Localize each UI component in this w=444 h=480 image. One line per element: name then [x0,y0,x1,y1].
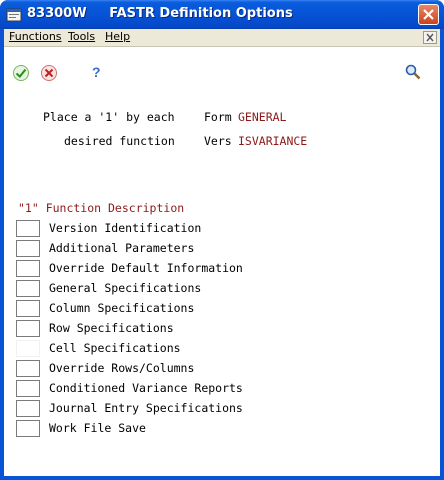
row-input-column-specifications[interactable] [16,300,40,317]
vers-value: ISVARIANCE [238,134,308,148]
title-bar[interactable]: 83300W FASTR Definition Options [0,0,444,29]
row-input-override-default-information[interactable] [16,260,40,277]
row-label: Cell Specifications [49,341,181,355]
window-title: 83300W FASTR Definition Options [27,6,293,21]
mdi-close-button[interactable] [423,31,437,44]
row-label: Row Specifications [49,321,174,335]
row-input-work-file-save[interactable] [16,420,40,437]
row-label: Column Specifications [49,301,195,315]
close-icon [423,9,434,20]
row-label: Journal Entry Specifications [49,401,243,415]
close-window-button[interactable] [418,4,439,25]
question-icon: ? [92,64,101,80]
vers-label: Vers [204,134,232,148]
toolbar: ? [4,47,440,93]
help-button[interactable]: ? [88,63,106,81]
menu-help[interactable]: Help [105,30,130,43]
row-label: Conditioned Variance Reports [49,381,243,395]
close-icon [423,31,437,44]
row-label: Additional Parameters [49,241,195,255]
app-window: 83300W FASTR Definition Options Function… [0,0,444,480]
prompt-line-2: desired function [64,134,175,148]
row-input-override-rows-columns[interactable] [16,360,40,377]
row-label: Work File Save [49,421,146,435]
row-input-row-specifications[interactable] [16,320,40,337]
ok-button[interactable] [12,64,30,82]
row-label: Override Default Information [49,261,243,275]
row-input-general-specifications[interactable] [16,280,40,297]
row-input-conditioned-variance-reports[interactable] [16,380,40,397]
column-header: "1" Function Description [18,201,185,215]
cancel-button[interactable] [40,64,58,82]
app-icon [6,7,22,23]
row-input-additional-parameters[interactable] [16,240,40,257]
row-input-journal-entry-specifications[interactable] [16,400,40,417]
check-icon [13,65,29,81]
prompt-line-1: Place a '1' by each [43,110,175,124]
cancel-icon [41,65,57,81]
form-label: Form [204,110,232,124]
magnifier-icon [405,64,421,80]
find-button[interactable] [404,63,422,81]
row-label: Override Rows/Columns [49,361,195,375]
menu-bar: Functions Tools Help [4,29,440,47]
svg-text:?: ? [92,64,101,80]
menu-tools[interactable]: Tools [68,30,95,43]
row-input-cell-specifications[interactable] [16,340,40,357]
row-label: Version Identification [49,221,202,235]
row-input-version-identification[interactable] [16,220,40,237]
menu-functions[interactable]: Functions [9,30,62,43]
form-value: GENERAL [238,110,287,124]
row-label: General Specifications [49,281,202,295]
